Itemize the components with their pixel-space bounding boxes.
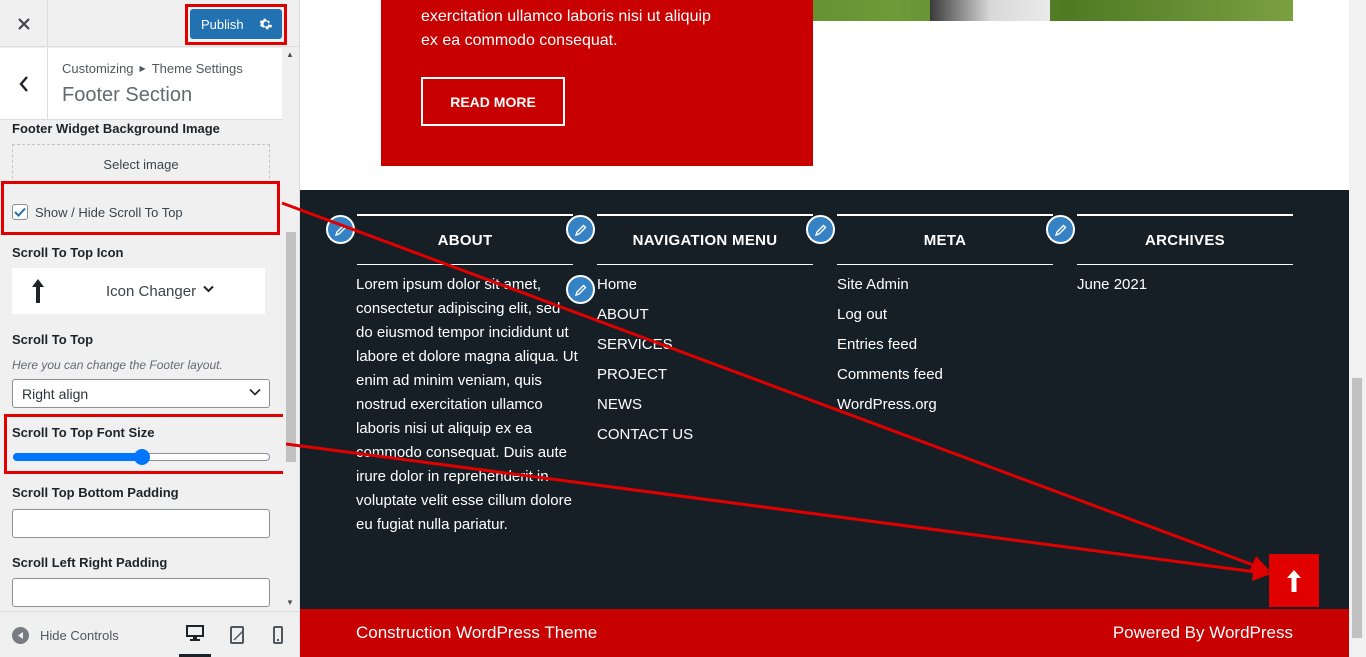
pencil-icon [574, 224, 586, 236]
font-size-slider-thumb[interactable] [133, 449, 150, 465]
preview-tablet-button[interactable] [221, 612, 253, 657]
footer-credit-left[interactable]: Construction WordPress Theme [356, 623, 597, 643]
preview-desktop-button[interactable] [179, 612, 211, 657]
edit-nav-widget-button[interactable] [566, 215, 595, 244]
scroll-icon-label: Scroll To Top Icon [12, 245, 124, 260]
breadcrumb-parent: Theme Settings [151, 61, 243, 76]
chevron-down-icon [249, 388, 261, 396]
nav-widget-title: NAVIGATION MENU [597, 214, 813, 265]
scroll-to-top-button[interactable] [1269, 554, 1319, 607]
scroll-to-top-toggle[interactable]: Show / Hide Scroll To Top [12, 204, 183, 220]
breadcrumb: Customizing ▶ Theme Settings [62, 61, 243, 76]
scroll-to-top-checkbox[interactable] [12, 204, 28, 220]
sidebar-scroll-thumb[interactable] [286, 232, 296, 462]
alignment-select[interactable]: Right align [12, 379, 270, 408]
archives-widget-title: ARCHIVES [1077, 214, 1293, 265]
select-image-button[interactable]: Select image [12, 144, 270, 184]
edit-archives-widget-button[interactable] [1046, 215, 1075, 244]
bottom-padding-input[interactable] [12, 509, 270, 538]
lr-padding-input[interactable] [12, 578, 270, 607]
close-customizer-button[interactable] [0, 0, 48, 47]
desktop-icon [186, 625, 204, 641]
read-more-button[interactable]: READ MORE [421, 77, 565, 126]
section-title: Footer Section [62, 84, 193, 106]
footer-credit-right[interactable]: Powered By WordPress [1113, 623, 1293, 643]
archives-list: June 2021 [1077, 273, 1147, 303]
publish-settings-button[interactable] [256, 14, 276, 34]
about-widget-title: ABOUT [357, 214, 573, 265]
nav-menu-item[interactable]: Home [597, 273, 693, 303]
preview-mobile-button[interactable] [262, 612, 294, 657]
font-size-slider-fill [13, 453, 142, 461]
meta-link[interactable]: Entries feed [837, 333, 943, 363]
scroll-to-top-label: Scroll To Top [12, 332, 94, 347]
bottom-padding-label: Scroll Top Bottom Padding [12, 485, 179, 500]
pencil-icon [334, 224, 346, 236]
about-card: exercitation ullamco laboris nisi ut ali… [381, 0, 813, 166]
meta-list: Site Admin Log out Entries feed Comments… [837, 273, 943, 423]
close-icon [17, 17, 30, 30]
breadcrumb-root: Customizing [62, 61, 134, 76]
section-header: Customizing ▶ Theme Settings Footer Sectio… [0, 48, 282, 120]
scroll-up-arrow-icon[interactable]: ▲ [286, 50, 294, 59]
chevron-down-icon [203, 285, 214, 293]
icon-changer-dropdown[interactable]: Icon Changer [12, 268, 265, 314]
nav-menu-item[interactable]: SERVICES [597, 333, 693, 363]
font-size-label: Scroll To Top Font Size [12, 425, 155, 440]
nav-menu-item[interactable]: ABOUT [597, 303, 693, 333]
hide-controls-button[interactable]: Hide Controls [12, 627, 119, 644]
footer-bottom-bar: Construction WordPress Theme Powered By … [300, 609, 1349, 657]
breadcrumb-separator-icon: ▶ [139, 64, 146, 73]
hide-controls-label: Hide Controls [40, 628, 119, 643]
arrow-up-icon [1287, 569, 1301, 592]
tablet-icon [230, 626, 244, 644]
preview-scroll-thumb[interactable] [1352, 378, 1362, 638]
eye-icon [12, 627, 29, 644]
scroll-down-arrow-icon[interactable]: ▼ [286, 598, 294, 607]
edit-meta-widget-button[interactable] [806, 215, 835, 244]
customizer-topbar: Publish [0, 0, 299, 47]
scroll-to-top-description: Here you can change the Footer layout. [12, 358, 223, 372]
edit-about-widget-button[interactable] [326, 215, 355, 244]
gear-icon [259, 18, 273, 30]
pencil-icon [1054, 224, 1066, 236]
meta-link[interactable]: Log out [837, 303, 943, 333]
chevron-left-icon [18, 76, 28, 92]
about-card-text: exercitation ullamco laboris nisi ut ali… [421, 8, 711, 49]
alignment-select-value: Right align [22, 385, 89, 402]
publish-button[interactable]: Publish [190, 9, 282, 39]
nav-menu-item[interactable]: NEWS [597, 393, 693, 423]
about-widget-text: Lorem ipsum dolor sit amet, consectetur … [356, 276, 578, 533]
meta-widget-title: META [837, 214, 1053, 265]
pencil-icon [814, 224, 826, 236]
meta-link[interactable]: Site Admin [837, 273, 943, 303]
meta-link[interactable]: Comments feed [837, 363, 943, 393]
nav-menu-list: Home ABOUT SERVICES PROJECT NEWS CONTACT… [597, 273, 693, 453]
scroll-to-top-toggle-label: Show / Hide Scroll To Top [35, 204, 183, 220]
footer-bg-image-label: Footer Widget Background Image [12, 121, 220, 136]
font-size-highlight-box [4, 414, 286, 474]
nav-menu-item[interactable]: PROJECT [597, 363, 693, 393]
nav-menu-item[interactable]: CONTACT US [597, 423, 693, 453]
arrow-up-icon [32, 279, 44, 303]
edit-nav-menu-button[interactable] [566, 275, 595, 304]
mobile-icon [273, 626, 283, 644]
checkmark-icon [14, 207, 26, 217]
meta-link[interactable]: WordPress.org [837, 393, 943, 423]
customizer-sidebar: Publish Customizing ▶ Theme Settings Foote… [0, 0, 300, 657]
icon-changer-label: Icon Changer [106, 283, 197, 300]
back-button[interactable] [0, 48, 48, 120]
pencil-icon [574, 284, 586, 296]
lr-padding-label: Scroll Left Right Padding [12, 555, 168, 570]
customizer-footer: Hide Controls [0, 611, 299, 657]
publish-label: Publish [201, 16, 244, 32]
archive-link[interactable]: June 2021 [1077, 273, 1147, 303]
site-preview: exercitation ullamco laboris nisi ut ali… [300, 0, 1366, 657]
